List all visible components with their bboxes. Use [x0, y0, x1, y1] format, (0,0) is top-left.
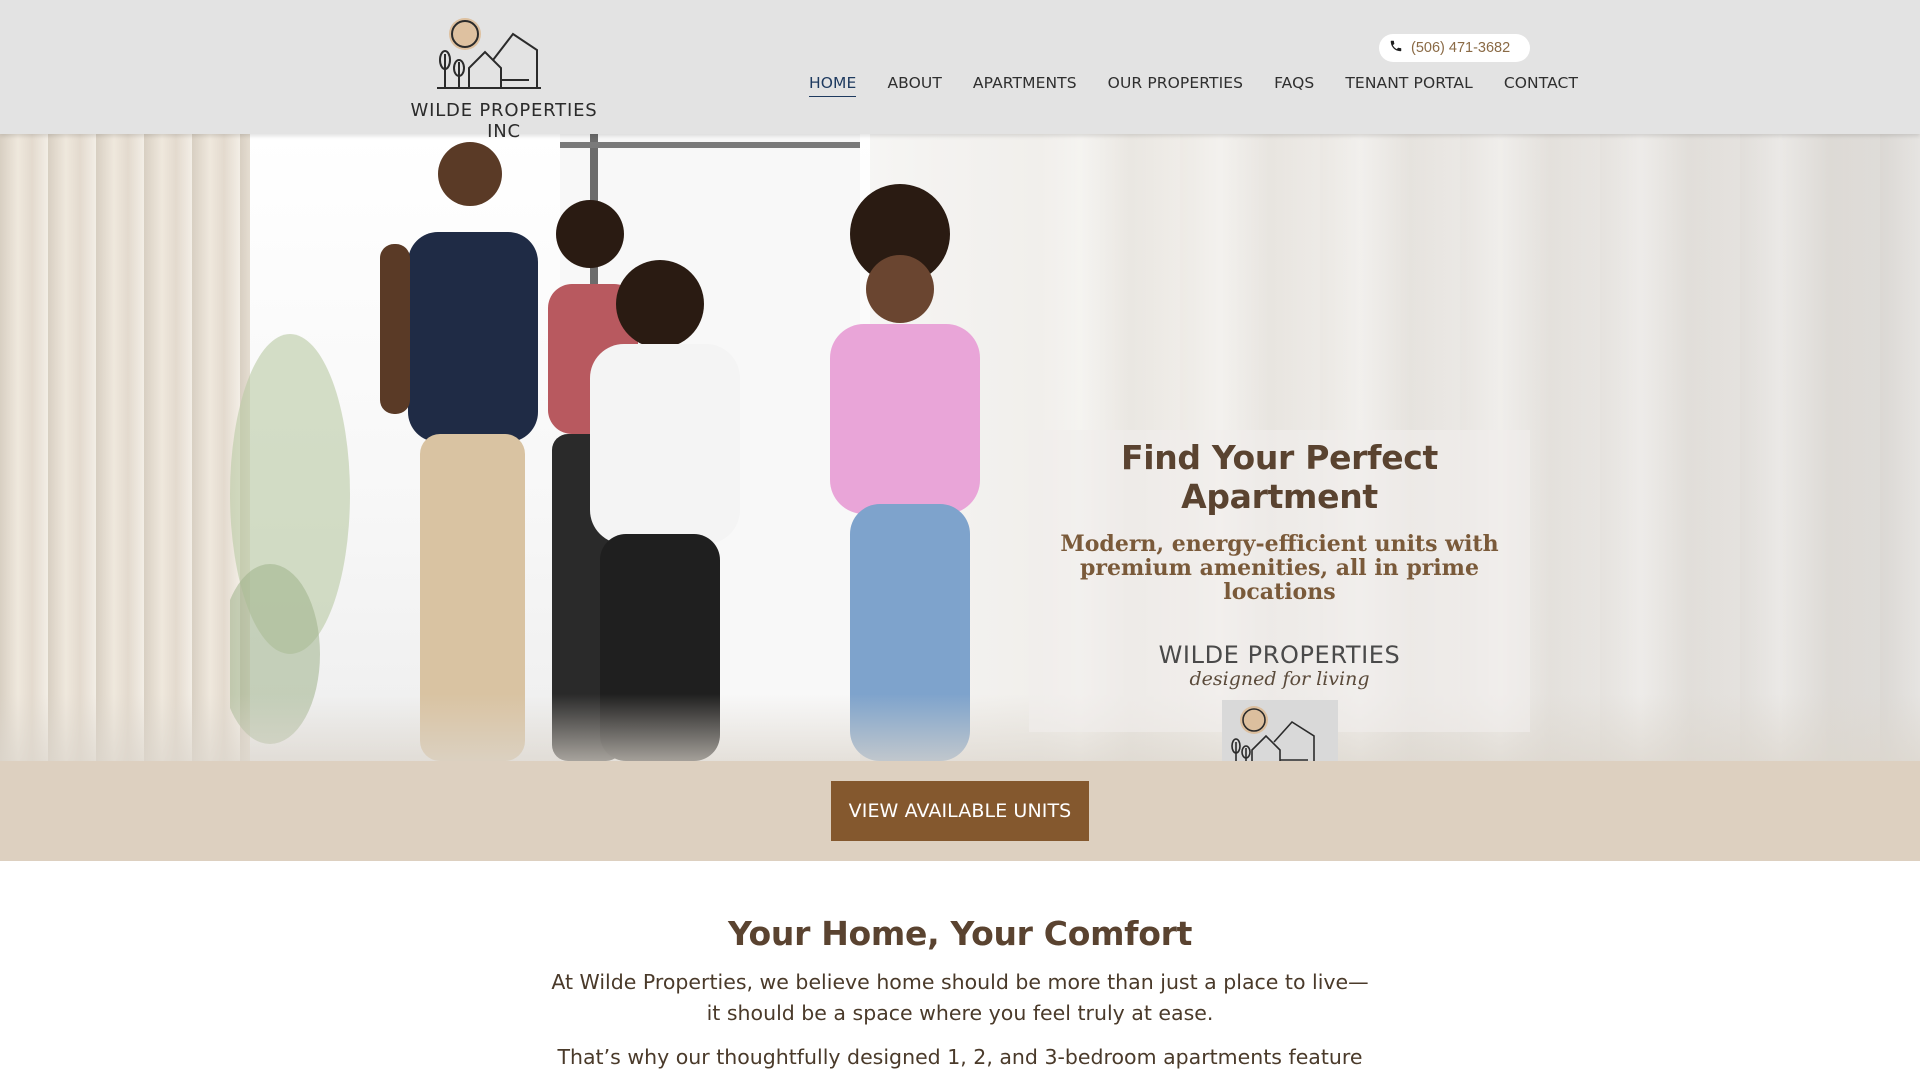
intro-paragraph-1-line2: it should be a space where you feel trul… — [706, 1001, 1214, 1025]
nav-our-properties[interactable]: OUR PROPERTIES — [1108, 74, 1243, 97]
hero-tagline: designed for living — [1189, 668, 1370, 690]
section-title: Your Home, Your Comfort — [727, 914, 1193, 953]
phone-link[interactable]: (506) 471-3682 — [1379, 34, 1530, 62]
house-logo-icon — [437, 18, 541, 89]
hero-section: Find Your Perfect Apartment Modern, ener… — [0, 134, 1920, 761]
brand-name: WILDE PROPERTIES INC — [410, 100, 598, 142]
intro-paragraph-1: At Wilde Properties, we believe home sho… — [545, 967, 1375, 1029]
phone-icon — [1389, 39, 1403, 57]
main-nav: HOME ABOUT APARTMENTS OUR PROPERTIES FAQ… — [809, 74, 1578, 97]
nav-faqs[interactable]: FAQS — [1274, 74, 1314, 97]
intro-paragraph-2: That’s why our thoughtfully designed 1, … — [545, 1042, 1375, 1073]
nav-contact[interactable]: CONTACT — [1504, 74, 1578, 97]
hero-subtitle-line2: premium amenities, all in prime location… — [1080, 555, 1479, 605]
hero-brand: WILDE PROPERTIES — [1158, 641, 1401, 669]
hero-logo-badge — [1221, 700, 1338, 761]
hero-card: Find Your Perfect Apartment Modern, ener… — [1029, 430, 1530, 761]
nav-apartments[interactable]: APARTMENTS — [973, 74, 1077, 97]
sun-icon — [449, 18, 481, 50]
tree-icon — [439, 50, 465, 88]
site-header: WILDE PROPERTIES INC (506) 471-3682 HOME… — [0, 0, 1920, 142]
nav-about[interactable]: ABOUT — [887, 74, 941, 97]
cta-band: VIEW AVAILABLE UNITS — [0, 761, 1920, 861]
view-available-units-button[interactable]: VIEW AVAILABLE UNITS — [831, 781, 1089, 841]
site-logo[interactable]: WILDE PROPERTIES INC — [393, 14, 615, 142]
hero-title: Find Your Perfect Apartment — [1120, 438, 1439, 516]
family-running-into-apartment-photo — [230, 134, 980, 761]
hero-subtitle: Modern, energy-efficient units with prem… — [1029, 532, 1530, 604]
hero-floor — [0, 694, 1920, 761]
hero-subtitle-line1: Modern, energy-efficient units with — [1060, 531, 1499, 557]
intro-section: Your Home, Your Comfort At Wilde Propert… — [0, 861, 1920, 1080]
nav-home[interactable]: HOME — [809, 74, 857, 97]
intro-paragraph-2-line1: That’s why our thoughtfully designed 1, … — [557, 1045, 1363, 1069]
curtain-left — [0, 134, 250, 761]
nav-tenant-portal[interactable]: TENANT PORTAL — [1345, 74, 1472, 97]
intro-paragraph-1-line1: At Wilde Properties, we believe home sho… — [551, 970, 1369, 994]
phone-number: (506) 471-3682 — [1411, 40, 1511, 56]
house-logo-icon — [1230, 706, 1315, 761]
